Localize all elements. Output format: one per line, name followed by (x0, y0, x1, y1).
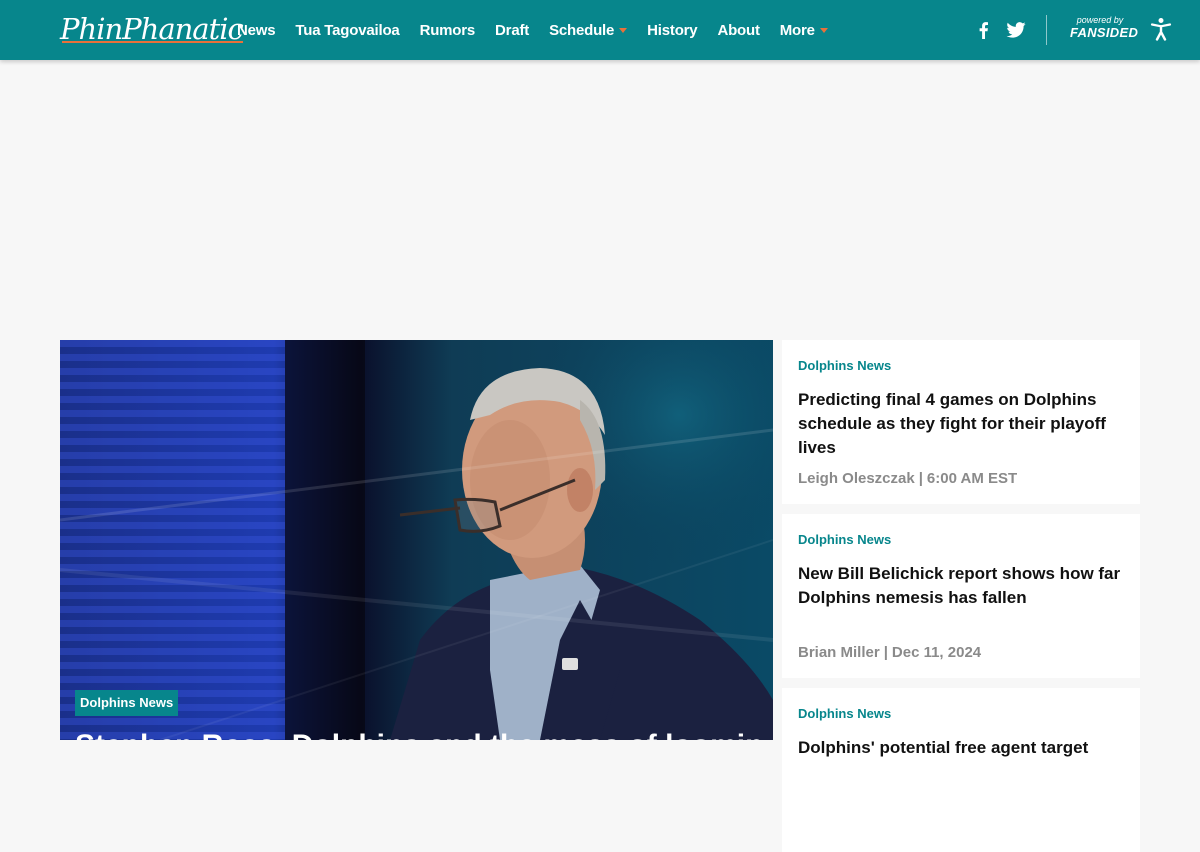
article-author[interactable]: Brian Miller (798, 644, 880, 661)
article-time: Dec 11, 2024 (891, 644, 982, 661)
twitter-icon[interactable] (1005, 18, 1027, 42)
nav-label: Rumors (419, 21, 476, 39)
nav-label: More (779, 21, 815, 39)
article-category[interactable]: Dolphins News (798, 532, 1124, 548)
nav-item-rumors[interactable]: Rumors (419, 21, 476, 39)
article-author[interactable]: Leigh Oleszczak (798, 470, 915, 487)
nav-label: History (647, 21, 698, 39)
article-title[interactable]: Predicting final 4 games on Dolphins sch… (798, 388, 1124, 460)
hero-category-badge[interactable]: Dolphins News (75, 690, 179, 716)
site-header: PhinPhanatic News Tua Tagovailoa Rumors … (0, 0, 1200, 60)
nav-label: Tua Tagovailoa (295, 21, 400, 39)
nav-label: News (237, 21, 276, 39)
article-card[interactable]: Dolphins News Predicting final 4 games o… (782, 340, 1140, 504)
nav-label: About (717, 21, 760, 39)
site-logo[interactable]: PhinPhanatic (60, 11, 244, 47)
article-category[interactable]: Dolphins News (798, 358, 1124, 374)
nav-label: Schedule (549, 21, 615, 39)
nav-item-draft[interactable]: Draft (495, 22, 529, 39)
nav-item-about[interactable]: About (717, 21, 760, 39)
powered-by-label: powered by (1076, 15, 1124, 25)
accessibility-icon[interactable] (1150, 17, 1172, 41)
nav-item-tua[interactable]: Tua Tagovailoa (295, 22, 399, 39)
nav-item-news[interactable]: News (237, 21, 276, 39)
hero-article[interactable]: Dolphins News Stephen Ross, Dolphins and… (60, 340, 773, 740)
chevron-down-icon (819, 28, 828, 33)
article-meta: Brian Miller | Dec 11, 2024 (798, 644, 981, 662)
hero-image (60, 340, 773, 740)
fansided-logo[interactable]: powered by FANSIDED (1070, 15, 1139, 45)
main-nav: News Tua Tagovailoa Rumors Draft Schedul… (237, 0, 848, 60)
header-divider (1046, 15, 1047, 45)
article-meta: Leigh Oleszczak | 6:00 AM EST (798, 470, 1017, 488)
article-card[interactable]: Dolphins News Dolphins' potential free a… (782, 688, 1140, 852)
article-title[interactable]: New Bill Belichick report shows how far … (798, 562, 1124, 610)
article-time: 6:00 AM EST (926, 470, 1018, 487)
article-category[interactable]: Dolphins News (798, 706, 1124, 722)
nav-label: Draft (495, 21, 530, 39)
nav-item-more[interactable]: More (780, 22, 828, 39)
meta-separator: | (918, 470, 923, 487)
meta-separator: | (883, 644, 888, 661)
ad-space (0, 60, 1200, 340)
hero-title[interactable]: Stephen Ross, Dolphins and the mess of l… (75, 728, 765, 740)
nav-item-history[interactable]: History (647, 22, 697, 39)
facebook-icon[interactable] (976, 18, 990, 42)
fansided-wordmark: FANSIDED (1070, 25, 1139, 40)
nav-item-schedule[interactable]: Schedule (549, 21, 628, 39)
article-card[interactable]: Dolphins News New Bill Belichick report … (782, 514, 1140, 678)
chevron-down-icon (619, 28, 628, 33)
